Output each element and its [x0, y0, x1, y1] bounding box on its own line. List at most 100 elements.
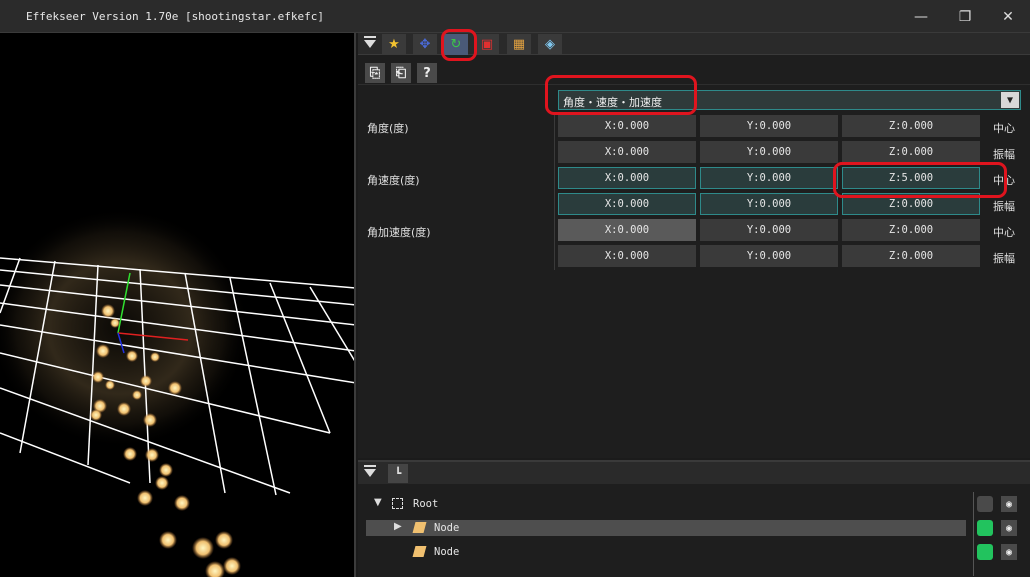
paste-icon: ⎗ [395, 65, 407, 81]
node1-enable-toggle[interactable] [977, 520, 993, 536]
tab-position[interactable]: ✥ [413, 34, 437, 55]
particle [92, 371, 104, 383]
angle-label: 角度(度) [367, 122, 409, 135]
tree-separator [973, 492, 974, 576]
eye-icon[interactable]: ◉ [1001, 544, 1017, 560]
tab-draw[interactable]: ▦ [507, 34, 531, 55]
angle-center-z-field[interactable]: Z:0.000 [842, 115, 980, 137]
particle [110, 318, 120, 328]
node-tree-tab-bar: ┗ [358, 462, 1030, 484]
angle-amp-x-field[interactable]: X:0.000 [558, 141, 696, 163]
particle [168, 381, 182, 395]
particle [101, 304, 115, 318]
paste-button[interactable]: ⎗ [391, 63, 411, 83]
velocity-center-suffix: 中心 [993, 174, 1015, 187]
chevron-down-icon[interactable]: ▼ [1001, 92, 1019, 108]
accel-center-suffix: 中心 [993, 226, 1015, 239]
particle [174, 495, 190, 511]
angle-center-y-field[interactable]: Y:0.000 [700, 115, 838, 137]
angle-center-suffix: 中心 [993, 122, 1015, 135]
particle [150, 352, 160, 362]
tab-common[interactable]: ★ [382, 34, 406, 55]
viewport-3d[interactable] [0, 33, 356, 577]
panel-menu-icon[interactable] [358, 33, 380, 55]
particle [155, 476, 169, 490]
particle [159, 463, 173, 477]
tree-icon: ┗ [394, 467, 402, 480]
angular-acceleration-label: 角加速度(度) [367, 226, 431, 239]
particle [223, 557, 241, 575]
expand-icon[interactable]: ▶ [394, 521, 402, 532]
root-icon [392, 498, 403, 509]
particle [143, 413, 157, 427]
particle [140, 375, 152, 387]
node-tree-panel: ┗ ▼ Root ▶ Node Node ◉ ◉ ◉ [358, 460, 1030, 577]
particle [205, 561, 225, 577]
property-tab-bar: ★ ✥ ↻ ▣ ▦ ◈ [358, 33, 1030, 55]
velocity-center-x-field[interactable]: X:0.000 [558, 167, 696, 189]
angle-amp-z-field[interactable]: Z:0.000 [842, 141, 980, 163]
node-icon [412, 546, 427, 557]
velocity-amp-z-field[interactable]: Z:0.000 [842, 193, 980, 215]
accel-amp-x-field[interactable]: X:0.000 [558, 245, 696, 267]
minimize-icon[interactable]: — [899, 0, 943, 33]
star-icon: ★ [388, 37, 400, 52]
node-icon [412, 522, 427, 533]
velocity-amp-x-field[interactable]: X:0.000 [558, 193, 696, 215]
rotate-icon: ↻ [450, 37, 462, 52]
particle [96, 344, 110, 358]
root-enable-toggle[interactable] [977, 496, 993, 512]
move-icon: ✥ [419, 37, 431, 52]
restore-icon[interactable]: ❐ [943, 0, 987, 33]
scale-icon: ▣ [480, 37, 494, 52]
particle [137, 490, 153, 506]
help-icon: ? [423, 65, 431, 81]
tree-node-2[interactable]: Node [366, 544, 966, 560]
help-button[interactable]: ? [417, 63, 437, 83]
particle [192, 537, 214, 559]
rotation-mode-dropdown[interactable]: 角度・速度・加速度 ▼ [558, 90, 1021, 110]
velocity-center-y-field[interactable]: Y:0.000 [700, 167, 838, 189]
particle [105, 380, 115, 390]
box-icon: ▦ [512, 37, 526, 52]
close-icon[interactable]: ✕ [986, 0, 1030, 33]
tree-node-root[interactable]: ▼ Root [366, 496, 966, 512]
node2-enable-toggle[interactable] [977, 544, 993, 560]
velocity-center-z-field[interactable]: Z:5.000 [842, 167, 980, 189]
collapse-icon[interactable]: ▼ [374, 497, 382, 508]
tool-row: ⎘ ⎗ ? [358, 57, 1030, 85]
node-tree-tab[interactable]: ┗ [388, 464, 408, 483]
eye-icon[interactable]: ◉ [1001, 520, 1017, 536]
particle [215, 531, 233, 549]
rotation-mode-value: 角度・速度・加速度 [563, 96, 662, 109]
accel-amp-z-field[interactable]: Z:0.000 [842, 245, 980, 267]
accel-center-y-field[interactable]: Y:0.000 [700, 219, 838, 241]
column-divider [554, 113, 555, 270]
accel-center-x-field[interactable]: X:0.000 [558, 219, 696, 241]
accel-amp-y-field[interactable]: Y:0.000 [700, 245, 838, 267]
velocity-amp-y-field[interactable]: Y:0.000 [700, 193, 838, 215]
copy-button[interactable]: ⎘ [365, 63, 385, 83]
title-bar: Effekseer Version 1.70e [shootingstar.ef… [0, 0, 1030, 33]
velocity-amp-suffix: 振幅 [993, 200, 1015, 213]
tree-node-1[interactable]: ▶ Node [366, 520, 966, 536]
angle-center-x-field[interactable]: X:0.000 [558, 115, 696, 137]
particle [117, 402, 131, 416]
cube-icon: ◈ [545, 37, 555, 52]
particle [90, 409, 102, 421]
window-title: Effekseer Version 1.70e [shootingstar.ef… [26, 10, 325, 23]
tab-rotation[interactable]: ↻ [444, 34, 468, 55]
angle-amp-suffix: 振幅 [993, 148, 1015, 161]
tree-node-label: Node [434, 546, 460, 558]
particle [132, 390, 142, 400]
viewport-scene [0, 208, 354, 577]
accel-center-z-field[interactable]: Z:0.000 [842, 219, 980, 241]
tab-render[interactable]: ◈ [538, 34, 562, 55]
tab-scale[interactable]: ▣ [475, 34, 499, 55]
particle [123, 447, 137, 461]
tree-menu-icon[interactable] [358, 462, 380, 484]
angle-amp-y-field[interactable]: Y:0.000 [700, 141, 838, 163]
eye-icon[interactable]: ◉ [1001, 496, 1017, 512]
angular-velocity-label: 角速度(度) [367, 174, 420, 187]
particle [145, 448, 159, 462]
